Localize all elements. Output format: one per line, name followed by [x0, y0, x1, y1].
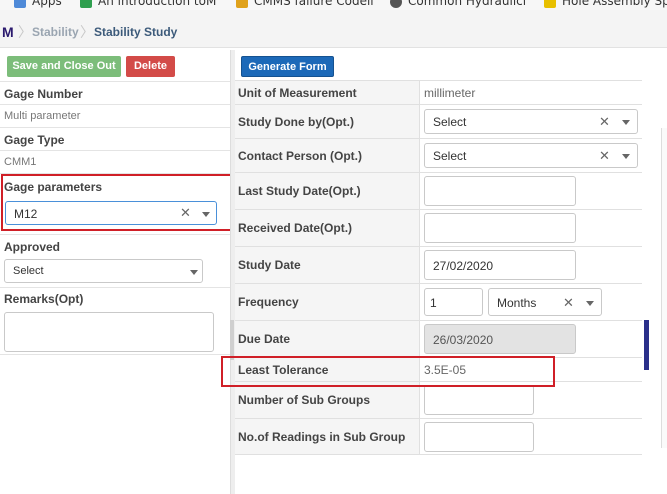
remarks-label: Remarks(Opt): [4, 292, 84, 306]
contact-value: Select: [433, 149, 467, 163]
frequency-input[interactable]: 1: [424, 288, 483, 316]
gage-type-label: Gage Type: [4, 133, 65, 147]
study-done-value: Select: [433, 115, 467, 129]
unit-label: Unit of Measurement: [238, 86, 357, 100]
gage-type-value-row: CMM1: [0, 150, 230, 173]
breadcrumb: M 〉 Stability 〉 Stability Study: [0, 10, 667, 48]
gage-type-value: CMM1: [4, 156, 37, 168]
bookmark-hole-assembly[interactable]: Hole Assembly Sp: [544, 0, 667, 8]
breadcrumb-stability-study: Stability Study: [94, 25, 178, 39]
study-date-value: 27/02/2020: [433, 259, 494, 273]
clear-icon[interactable]: ✕: [599, 114, 610, 130]
bookmark-introduction[interactable]: An introduction toM: [80, 0, 216, 8]
bookmark-icon: [80, 0, 92, 8]
clear-icon[interactable]: ✕: [563, 295, 574, 311]
chevron-down-icon[interactable]: [622, 120, 630, 125]
unit-row: Unit of Measurement millimeter: [235, 80, 642, 104]
chevron-down-icon[interactable]: [622, 154, 630, 159]
approved-row: Approved Select: [0, 234, 230, 287]
bookmark-apps[interactable]: Apps: [14, 0, 62, 8]
gage-number-value-row: Multi parameter: [0, 104, 230, 127]
remarks-row: Remarks(Opt): [0, 287, 230, 355]
frequency-value: 1: [430, 296, 437, 310]
sub-groups-input[interactable]: [424, 385, 534, 415]
bookmark-icon: [236, 0, 248, 8]
highlight-box: [221, 356, 555, 387]
bookmark-hydraulic[interactable]: Common Hydraulici: [390, 0, 526, 8]
generate-form-button[interactable]: Generate Form: [241, 56, 334, 77]
sub-groups-label: Number of Sub Groups: [238, 393, 370, 407]
unit-value: millimeter: [424, 86, 476, 100]
approved-value: Select: [13, 265, 44, 277]
received-row: Received Date(Opt.): [235, 209, 642, 246]
breadcrumb-stability[interactable]: Stability: [32, 25, 79, 39]
frequency-row: Frequency 1 Months ✕: [235, 283, 642, 320]
study-done-label: Study Done by(Opt.): [238, 115, 354, 129]
due-date-input: 26/03/2020: [424, 324, 576, 354]
frequency-unit-value: Months: [497, 296, 537, 310]
contact-label: Contact Person (Opt.): [238, 149, 363, 163]
approved-label: Approved: [4, 240, 61, 254]
remarks-textarea[interactable]: [4, 312, 214, 352]
gage-number-label: Gage Number: [4, 87, 83, 101]
frequency-unit-select[interactable]: Months ✕: [488, 288, 602, 316]
highlight-box: [1, 174, 232, 231]
contact-row: Contact Person (Opt.) Select ✕: [235, 138, 642, 172]
app-logo[interactable]: M: [2, 24, 14, 40]
delete-button[interactable]: Delete: [126, 56, 175, 77]
study-done-row: Study Done by(Opt.) Select ✕: [235, 104, 642, 138]
chevron-down-icon[interactable]: [586, 301, 594, 306]
frequency-label: Frequency: [238, 295, 299, 309]
last-study-row: Last Study Date(Opt.): [235, 172, 642, 209]
due-date-label: Due Date: [238, 332, 291, 346]
save-and-close-button[interactable]: Save and Close Out: [7, 56, 121, 77]
last-study-date-input[interactable]: [424, 176, 576, 206]
approved-select[interactable]: Select: [4, 259, 203, 283]
readings-label: No.of Readings in Sub Group: [238, 430, 406, 444]
apps-icon: [14, 0, 26, 8]
received-label: Received Date(Opt.): [238, 221, 353, 235]
readings-row: No.of Readings in Sub Group: [235, 418, 642, 455]
received-date-input[interactable]: [424, 213, 576, 243]
study-done-select[interactable]: Select ✕: [424, 109, 638, 134]
left-panel: Save and Close Out Delete Gage Number Mu…: [0, 50, 230, 494]
splitter-handle[interactable]: [230, 320, 234, 360]
due-date-value: 26/03/2020: [433, 333, 494, 347]
bookmarks-bar: Apps An introduction toM CMMS failure Co…: [0, 0, 667, 10]
due-date-row: Due Date 26/03/2020: [235, 320, 642, 357]
adjacent-panel-edge: [661, 128, 667, 448]
gage-number-value: Multi parameter: [4, 110, 81, 122]
chevron-down-icon[interactable]: [190, 270, 198, 275]
study-date-input[interactable]: 27/02/2020: [424, 250, 576, 280]
gage-number-row: Gage Number: [0, 81, 230, 104]
last-study-label: Last Study Date(Opt.): [238, 184, 361, 198]
study-date-label: Study Date: [238, 258, 301, 272]
clear-icon[interactable]: ✕: [599, 148, 610, 164]
gage-type-row: Gage Type: [0, 127, 230, 150]
bookmark-icon: [544, 0, 556, 8]
chevron-right-icon: 〉: [18, 24, 32, 40]
contact-select[interactable]: Select ✕: [424, 143, 638, 168]
scroll-indicator[interactable]: [644, 320, 649, 370]
bookmark-icon: [390, 0, 402, 8]
study-date-row: Study Date 27/02/2020: [235, 246, 642, 283]
bookmark-cmms[interactable]: CMMS failure Codell: [236, 0, 374, 8]
readings-input[interactable]: [424, 422, 534, 452]
chevron-right-icon: 〉: [80, 24, 94, 40]
